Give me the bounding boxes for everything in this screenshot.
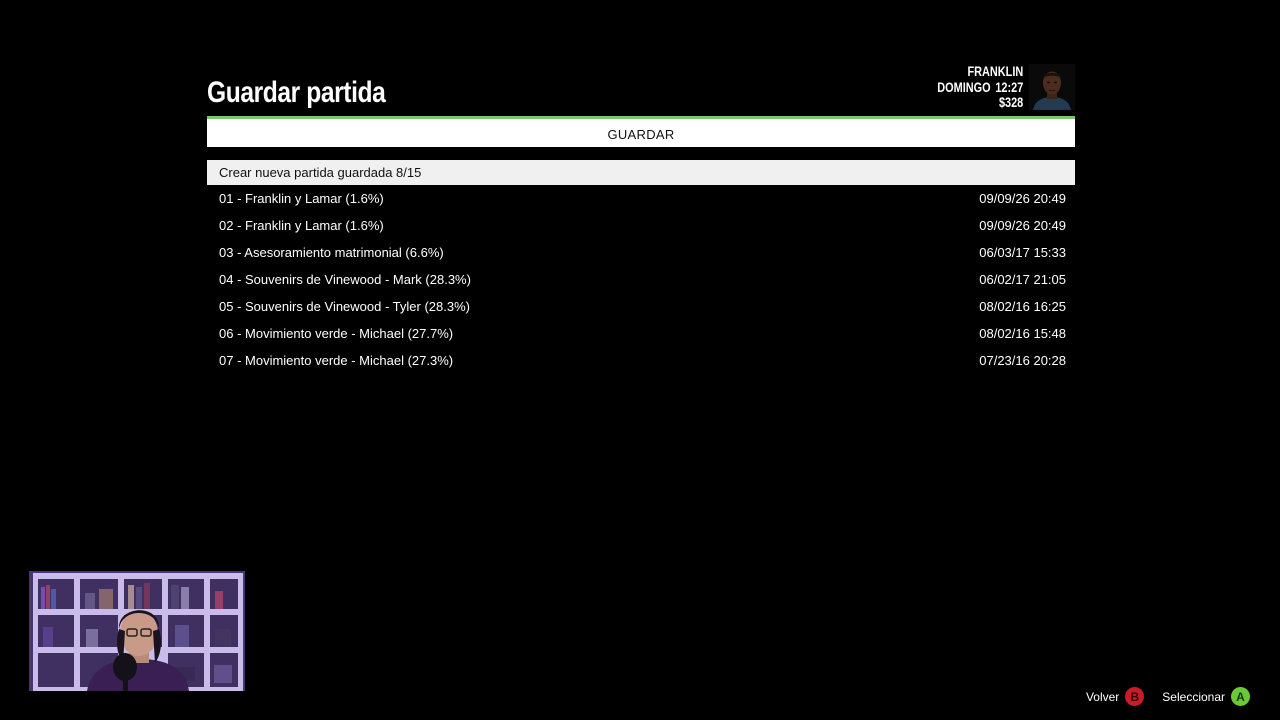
save-slot-list: Crear nueva partida guardada 8/15 01 - F… [207, 160, 1075, 374]
save-slot-date: 07/23/16 20:28 [979, 353, 1066, 368]
save-slot-date: 09/09/26 20:49 [979, 218, 1066, 233]
player-day: DOMINGO [936, 78, 991, 95]
save-slot-date: 06/03/17 15:33 [979, 245, 1066, 260]
page-title: Guardar partida [207, 76, 386, 109]
back-hint-label: Volver [1085, 689, 1120, 704]
select-hint[interactable]: Seleccionar A [1162, 687, 1250, 706]
select-hint-label: Seleccionar [1162, 689, 1225, 704]
player-time: 12:27 [995, 78, 1023, 95]
character-portrait-icon [1029, 64, 1075, 110]
back-hint[interactable]: Volver B [1085, 687, 1145, 706]
create-new-save-label: Crear nueva partida guardada 8/15 [219, 165, 422, 180]
b-button-icon[interactable]: B [1125, 687, 1145, 706]
save-slot-name: 01 - Franklin y Lamar (1.6%) [219, 191, 384, 206]
button-hints: Volver B Seleccionar A [1086, 687, 1250, 706]
tab-guardar-label: GUARDAR [607, 126, 675, 142]
save-slot-row[interactable]: 02 - Franklin y Lamar (1.6%) 09/09/26 20… [207, 212, 1075, 239]
save-slot-row[interactable]: 04 - Souvenirs de Vinewood - Mark (28.3%… [207, 266, 1075, 293]
save-slot-row[interactable]: 05 - Souvenirs de Vinewood - Tyler (28.3… [207, 293, 1075, 320]
a-button-icon[interactable]: A [1231, 687, 1250, 706]
player-status: FRANKLIN DOMINGO 12:27 $328 [936, 63, 1023, 111]
save-slot-row[interactable]: 01 - Franklin y Lamar (1.6%) 09/09/26 20… [207, 185, 1075, 212]
save-slot-date: 09/09/26 20:49 [979, 191, 1066, 206]
save-slot-name: 05 - Souvenirs de Vinewood - Tyler (28.3… [219, 299, 470, 314]
save-slot-name: 07 - Movimiento verde - Michael (27.3%) [219, 353, 454, 368]
save-slot-row[interactable]: 06 - Movimiento verde - Michael (27.7%) … [207, 320, 1075, 347]
tab-guardar[interactable]: GUARDAR [207, 116, 1075, 147]
create-new-save-button[interactable]: Crear nueva partida guardada 8/15 [207, 160, 1075, 185]
webcam-feed-icon [29, 571, 245, 691]
webcam-overlay [29, 571, 245, 691]
save-slot-row[interactable]: 07 - Movimiento verde - Michael (27.3%) … [207, 347, 1075, 374]
save-slot-date: 08/02/16 15:48 [979, 326, 1066, 341]
save-slot-row[interactable]: 03 - Asesoramiento matrimonial (6.6%) 06… [207, 239, 1075, 266]
save-slot-name: 04 - Souvenirs de Vinewood - Mark (28.3%… [219, 272, 471, 287]
save-slot-name: 06 - Movimiento verde - Michael (27.7%) [219, 326, 454, 341]
player-money: $328 [998, 94, 1023, 110]
save-slot-date: 08/02/16 16:25 [979, 299, 1066, 314]
save-slot-name: 03 - Asesoramiento matrimonial (6.6%) [219, 245, 444, 260]
player-name: FRANKLIN [967, 63, 1023, 79]
save-slot-date: 06/02/17 21:05 [979, 272, 1066, 287]
save-slot-name: 02 - Franklin y Lamar (1.6%) [219, 218, 384, 233]
